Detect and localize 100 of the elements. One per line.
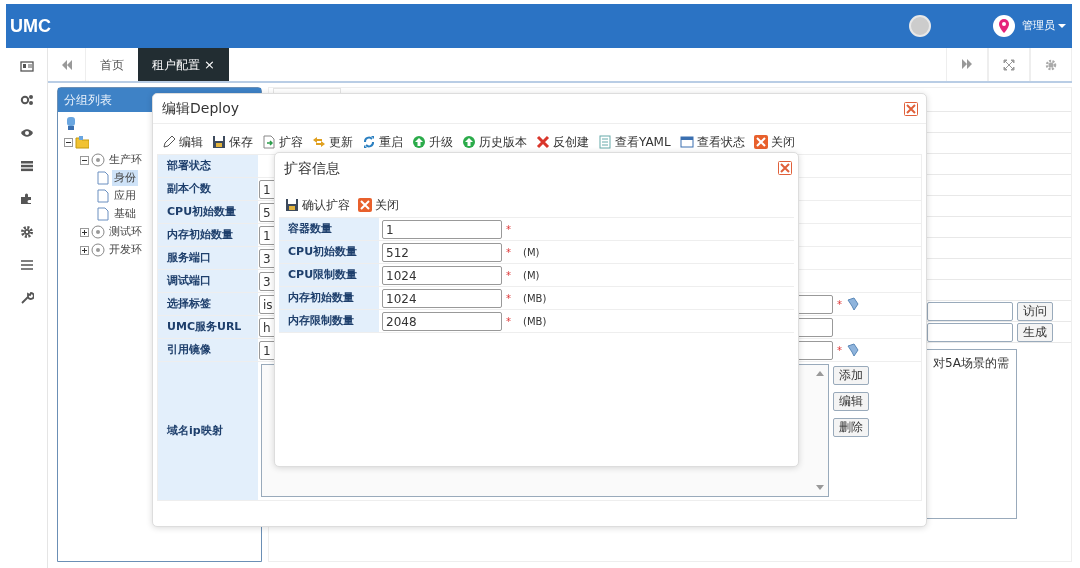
toolbar-button[interactable]: 重启 bbox=[362, 130, 403, 154]
required-mark: * bbox=[837, 297, 842, 312]
list-icon bbox=[598, 135, 612, 149]
field-label: CPU初始数量 bbox=[279, 241, 379, 263]
toolbar-button[interactable]: 关闭 bbox=[358, 193, 399, 217]
puzzle-icon[interactable] bbox=[19, 192, 34, 206]
action-button[interactable]: 删除 bbox=[833, 418, 869, 437]
field-label: 内存初始数量 bbox=[279, 287, 379, 309]
toolbar-button[interactable]: 反创建 bbox=[536, 130, 589, 154]
field-label: 内存初始数量 bbox=[158, 224, 258, 246]
scroll-up-icon[interactable] bbox=[816, 371, 824, 376]
list-icon[interactable] bbox=[19, 159, 34, 173]
disc-icon bbox=[91, 225, 105, 239]
toolbar-button[interactable]: 查看YAML bbox=[598, 130, 671, 154]
tree-item[interactable]: 应用 bbox=[112, 187, 138, 205]
input-field[interactable]: 2048 bbox=[382, 311, 502, 331]
field-label: 引用镜像 bbox=[158, 339, 258, 361]
required-mark: * bbox=[506, 245, 511, 260]
unit-label: (MB) bbox=[523, 291, 547, 306]
double-left-icon[interactable] bbox=[60, 59, 73, 70]
gears-icon[interactable] bbox=[19, 93, 34, 107]
scroll-down-icon[interactable] bbox=[816, 485, 824, 490]
required-mark: * bbox=[506, 268, 511, 283]
user-avatar[interactable] bbox=[909, 15, 931, 37]
up-arrow-icon bbox=[412, 135, 426, 149]
arrows-icon bbox=[312, 135, 326, 149]
eye-icon[interactable] bbox=[19, 126, 34, 140]
input-field[interactable]: 1 bbox=[382, 219, 502, 239]
field-label: 容器数量 bbox=[279, 218, 379, 240]
input-field[interactable] bbox=[927, 322, 1013, 342]
disc-icon bbox=[91, 153, 105, 167]
action-button[interactable]: 访问 bbox=[1017, 301, 1053, 321]
wrench-icon[interactable] bbox=[19, 291, 34, 305]
pencil-icon bbox=[162, 135, 176, 149]
floppy-icon bbox=[212, 135, 226, 149]
refresh-icon bbox=[362, 135, 376, 149]
double-right-icon[interactable] bbox=[961, 58, 973, 71]
tree-item[interactable]: 基础 bbox=[112, 205, 138, 223]
id-card-icon[interactable] bbox=[19, 60, 34, 74]
disc-icon bbox=[91, 243, 105, 257]
server-icon bbox=[64, 117, 78, 131]
floppy-icon bbox=[285, 198, 299, 212]
expander-icon[interactable] bbox=[64, 137, 73, 147]
close-icon bbox=[358, 198, 372, 212]
tree-item[interactable]: 身份 bbox=[112, 169, 138, 187]
page-icon bbox=[96, 171, 110, 185]
toolbar-button[interactable]: 扩容 bbox=[262, 130, 303, 154]
input-field[interactable]: 512 bbox=[382, 242, 502, 262]
up-arrow-icon bbox=[462, 135, 476, 149]
field-label: 调试端口 bbox=[158, 270, 258, 292]
input-field[interactable] bbox=[927, 301, 1013, 321]
expander-icon[interactable] bbox=[80, 155, 89, 165]
field-label: 部署状态 bbox=[158, 155, 258, 177]
field-label: 内存限制数量 bbox=[279, 310, 379, 332]
tree-item[interactable]: 生产环 bbox=[107, 151, 144, 169]
tab[interactable]: 租户配置 × bbox=[138, 48, 229, 81]
field-label: CPU限制数量 bbox=[279, 264, 379, 286]
expander-icon[interactable] bbox=[80, 227, 89, 237]
user-menu[interactable]: 管理员 bbox=[1022, 17, 1066, 35]
close-icon bbox=[753, 135, 768, 149]
action-button[interactable]: 添加 bbox=[833, 366, 869, 385]
expander-icon[interactable] bbox=[80, 245, 89, 255]
input-field[interactable]: 1024 bbox=[382, 288, 502, 308]
menu-icon[interactable] bbox=[19, 258, 34, 272]
field-label: CPU初始数量 bbox=[158, 201, 258, 223]
unit-label: (M) bbox=[523, 268, 540, 283]
input-field[interactable]: 1024 bbox=[382, 265, 502, 285]
fullscreen-icon[interactable] bbox=[1003, 58, 1015, 71]
location-pin-icon bbox=[993, 15, 1015, 37]
required-mark: * bbox=[506, 291, 511, 306]
required-mark: * bbox=[837, 343, 842, 358]
tree-item[interactable]: 测试环 bbox=[107, 223, 144, 241]
page-icon bbox=[96, 189, 110, 203]
settings-icon[interactable] bbox=[19, 225, 34, 239]
tree-item[interactable]: 开发环 bbox=[107, 241, 144, 259]
toolbar-button[interactable]: 编辑 bbox=[162, 130, 203, 154]
unit-label: (M) bbox=[523, 245, 540, 260]
toolbar-button[interactable]: 更新 bbox=[312, 130, 353, 154]
close-icon[interactable] bbox=[904, 101, 918, 116]
action-button[interactable]: 编辑 bbox=[833, 392, 869, 411]
app-logo: UMC bbox=[9, 14, 51, 38]
toolbar-button[interactable]: 查看状态 bbox=[679, 130, 745, 154]
folder-icon bbox=[75, 135, 89, 149]
toolbar-button[interactable]: 保存 bbox=[212, 130, 253, 154]
cross-icon bbox=[536, 135, 550, 149]
unit-label: (MB) bbox=[523, 314, 547, 329]
toolbar-button[interactable]: 确认扩容 bbox=[285, 193, 350, 217]
dialog-title: 扩容信息 bbox=[284, 158, 340, 178]
picker-icon[interactable] bbox=[846, 343, 860, 357]
tab[interactable]: 首页 bbox=[86, 48, 138, 81]
action-button[interactable]: 生成 bbox=[1017, 322, 1053, 342]
required-mark: * bbox=[506, 314, 511, 329]
page-icon bbox=[96, 207, 110, 221]
window-icon bbox=[679, 135, 694, 149]
field-label: 服务端口 bbox=[158, 247, 258, 269]
picker-icon[interactable] bbox=[846, 297, 860, 311]
field-label: 选择标签 bbox=[158, 293, 258, 315]
page-arrow-icon bbox=[262, 135, 276, 149]
field-label: UMC服务URL bbox=[158, 316, 258, 338]
close-icon[interactable] bbox=[778, 161, 792, 175]
